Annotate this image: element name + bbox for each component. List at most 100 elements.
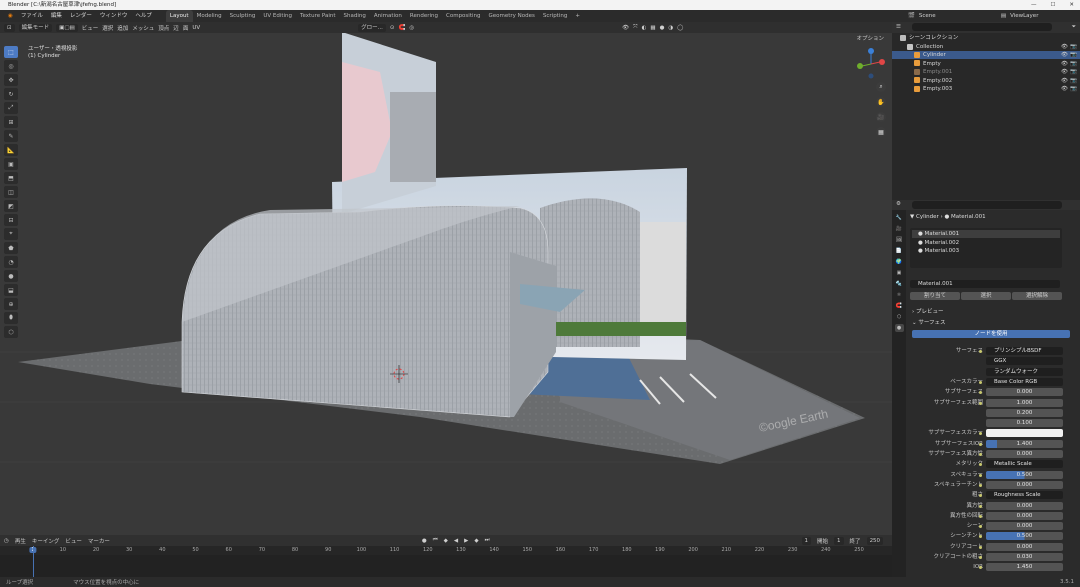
spin-tool-icon[interactable]: ◔ [4, 256, 18, 268]
timeline-menu-view[interactable]: ビュー [65, 537, 82, 545]
viewport-menu-vertex[interactable]: 頂点 [158, 24, 169, 32]
properties-editor-icon[interactable]: ⚙ [896, 201, 901, 207]
outliner-item-collection[interactable]: Collection 👁 📷 [892, 43, 1080, 51]
timeline-menu-marker[interactable]: マーカー [88, 537, 110, 545]
deselect-button[interactable]: 選択解除 [1012, 292, 1062, 300]
surface-section[interactable]: ⌄ サーフェス [912, 318, 946, 326]
menu-window[interactable]: ウィンドウ [96, 10, 132, 22]
tab-uv-editing[interactable]: UV Editing [259, 10, 296, 22]
property-value-field[interactable]: 0.100 [986, 419, 1063, 428]
camera-icon[interactable]: 📷 [1070, 51, 1077, 59]
viewlayer-name[interactable]: ViewLayer [1010, 13, 1038, 19]
socket-dot-icon[interactable] [979, 483, 982, 487]
pivot-icon[interactable]: ⊙ [390, 25, 395, 31]
material-name-field[interactable]: Material.001 [910, 280, 1060, 288]
eye-icon[interactable]: 👁 [1061, 60, 1068, 68]
select-tool-icon[interactable]: ⬚ [4, 46, 18, 58]
measure-tool-icon[interactable]: 📐 [4, 144, 18, 156]
outliner-item-cylinder[interactable]: Cylinder 👁 📷 [892, 51, 1080, 60]
prev-key-icon[interactable]: ◆ [444, 538, 448, 544]
properties-tab-icon[interactable]: 🧲 [895, 302, 904, 310]
material-slot[interactable]: ● Material.002 [912, 239, 1060, 247]
play-icon[interactable]: ▶ [464, 538, 468, 544]
tab-modeling[interactable]: Modeling [193, 10, 226, 22]
properties-tab-icon[interactable]: 🔩 [895, 280, 904, 288]
property-value-field[interactable]: 0.000 [986, 501, 1063, 510]
socket-dot-icon[interactable] [979, 556, 982, 559]
visibility-icon[interactable]: 👁 [622, 25, 629, 31]
outliner-editor-icon[interactable]: ☰ [896, 24, 901, 30]
camera-icon[interactable]: 📷 [1070, 68, 1077, 76]
shading-material-icon[interactable]: ◑ [668, 25, 673, 31]
viewport-menu-face[interactable]: 面 [183, 24, 189, 32]
socket-dot-icon[interactable] [979, 545, 982, 549]
cursor-tool-icon[interactable]: ◎ [4, 60, 18, 72]
transform-orientation-dropdown[interactable]: グロー... [358, 23, 386, 32]
property-value-field[interactable]: 0.200 [986, 408, 1063, 417]
properties-tab-icon[interactable]: ▣ [895, 269, 904, 277]
scale-tool-icon[interactable]: ⤢ [4, 102, 18, 114]
outliner-item-empty[interactable]: Empty 👁 📷 [892, 60, 1080, 68]
maximize-button[interactable]: ☐ [1050, 0, 1055, 10]
outliner-scene-collection[interactable]: シーンコレクション [892, 34, 1080, 42]
next-key-icon[interactable]: ◆ [474, 538, 478, 544]
transform-tool-icon[interactable]: ⊞ [4, 116, 18, 128]
timeline-menu-keying[interactable]: キーイング [32, 537, 60, 545]
tab-texture-paint[interactable]: Texture Paint [296, 10, 340, 22]
play-reverse-icon[interactable]: ◀ [454, 538, 458, 544]
outliner-item-empty-001[interactable]: Empty.001 👁 📷 [892, 68, 1080, 76]
move-tool-icon[interactable]: ✥ [4, 74, 18, 86]
filter-icon[interactable]: ⏷ [1072, 24, 1076, 31]
properties-tab-icon[interactable]: 🌍 [895, 258, 904, 266]
property-value-field[interactable]: 0.000 [986, 480, 1063, 489]
timeline-track[interactable] [0, 546, 892, 577]
properties-tab-icon[interactable]: ⚛ [895, 291, 904, 299]
properties-tab-icon[interactable]: 📄 [895, 247, 904, 255]
camera-view-icon[interactable]: 🎥 [876, 112, 886, 122]
outliner-search-input[interactable] [912, 23, 1052, 31]
viewport-menu-select[interactable]: 選択 [102, 24, 113, 32]
property-value-field[interactable]: 0.500 [986, 532, 1063, 541]
menu-help[interactable]: ヘルプ [131, 10, 156, 22]
record-icon[interactable]: ● [422, 538, 427, 544]
tab-sculpting[interactable]: Sculpting [226, 10, 260, 22]
select-mode-icon[interactable]: ▣▢▤ [56, 23, 78, 32]
property-value-field[interactable]: 0.030 [986, 553, 1063, 561]
knife-tool-icon[interactable]: ⌖ [4, 228, 18, 240]
bevel-tool-icon[interactable]: ◩ [4, 200, 18, 212]
menu-edit[interactable]: 編集 [47, 10, 66, 22]
navigation-gizmo[interactable] [854, 44, 888, 84]
inset-tool-icon[interactable]: ◫ [4, 186, 18, 198]
property-value-field[interactable]: GGX [986, 357, 1063, 366]
tab-scripting[interactable]: Scripting [539, 10, 571, 22]
property-value-field[interactable]: Metallic Scale [986, 460, 1063, 469]
gizmo-icon[interactable]: ⤧ [633, 24, 637, 31]
smooth-tool-icon[interactable]: ● [4, 270, 18, 282]
minimize-button[interactable]: — [1031, 0, 1037, 10]
socket-dot-icon[interactable] [979, 380, 982, 384]
camera-icon[interactable]: 📷 [1070, 60, 1077, 68]
scene-name[interactable]: Scene [919, 13, 959, 19]
add-workspace-button[interactable]: + [571, 10, 584, 22]
properties-tab-icon[interactable]: 🎥 [895, 225, 904, 233]
timeline-editor-icon[interactable]: ◷ [4, 538, 9, 544]
tab-compositing[interactable]: Compositing [442, 10, 484, 22]
ortho-toggle-icon[interactable]: ▦ [876, 127, 886, 137]
viewport-scene[interactable]: ©oogle Earth [0, 22, 892, 535]
options-dropdown[interactable]: オプション [856, 34, 884, 42]
pan-hand-icon[interactable]: ✋ [876, 97, 886, 107]
property-value-field[interactable]: Roughness Scale [986, 491, 1063, 500]
tab-layout[interactable]: Layout [165, 10, 193, 22]
tab-animation[interactable]: Animation [370, 10, 406, 22]
use-nodes-button[interactable]: ノードを使用 [912, 330, 1070, 338]
properties-panel[interactable]: ⚙ 🔧 🎥 🖼 📄 🌍 ▣ 🔩 ⚛ 🧲 ⬡ ● ▼ Cylinder › ● Material.00… [892, 200, 1080, 577]
viewport-menu-add[interactable]: 追加 [117, 24, 128, 32]
material-slot[interactable]: ● Material.003 [912, 247, 1060, 255]
property-value-field[interactable]: 1.450 [986, 563, 1063, 572]
jump-end-icon[interactable]: ⏭ [485, 537, 490, 544]
outliner-item-empty-002[interactable]: Empty.002 👁 📷 [892, 77, 1080, 85]
outliner-panel[interactable]: ☰ ⏷ シーンコレクション Collection 👁 📷 Cylinder 👁 📷 Empt… [892, 22, 1080, 200]
rip-tool-icon[interactable]: ⬡ [4, 326, 18, 338]
shrink-tool-icon[interactable]: ⊕ [4, 298, 18, 310]
viewport-menu-edge[interactable]: 辺 [173, 24, 179, 32]
